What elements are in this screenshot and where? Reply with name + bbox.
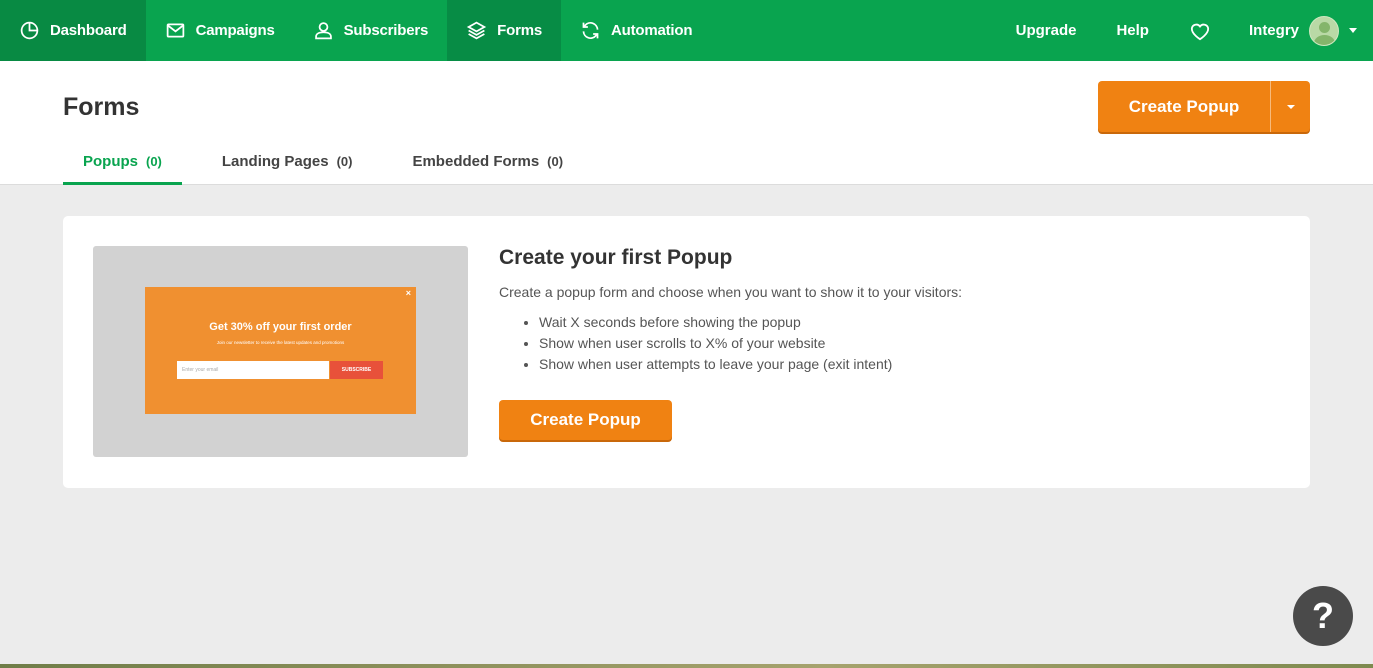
nav-dashboard[interactable]: Dashboard: [0, 0, 146, 61]
empty-state-content: Create your first Popup Create a popup f…: [499, 246, 963, 440]
create-popup-split-button: Create Popup: [1098, 81, 1310, 132]
envelope-icon: [166, 23, 184, 38]
nav-forms-label: Forms: [497, 22, 542, 39]
forms-tabs: Popups (0) Landing Pages (0) Embedded Fo…: [63, 137, 603, 185]
caret-down-icon: [1286, 104, 1295, 109]
tab-landing-pages-count: (0): [336, 153, 353, 169]
empty-state-heading: Create your first Popup: [499, 246, 733, 269]
create-first-popup-button[interactable]: Create Popup: [499, 400, 672, 440]
preview-subscribe-button: SUBSCRIBE: [330, 361, 383, 379]
tab-embedded-forms-label: Embedded Forms: [412, 152, 540, 170]
nav-dashboard-label: Dashboard: [50, 22, 127, 39]
nav-automation[interactable]: Automation: [561, 0, 711, 61]
nav-automation-label: Automation: [610, 22, 693, 39]
create-popup-dropdown[interactable]: [1271, 81, 1310, 132]
preview-subtitle: Join our newsletter to receive the lates…: [216, 340, 345, 345]
create-popup-button[interactable]: Create Popup: [1098, 81, 1270, 132]
list-item: Show when user scrolls to X% of your web…: [539, 333, 962, 354]
list-item: Wait X seconds before showing the popup: [539, 312, 962, 333]
empty-state-description: Create a popup form and choose when you …: [499, 284, 963, 300]
nav-subscribers-label: Subscribers: [343, 22, 429, 39]
upgrade-link[interactable]: Upgrade: [1016, 22, 1077, 39]
heart-icon[interactable]: [1189, 21, 1211, 41]
feature-list: Wait X seconds before showing the popup …: [539, 312, 962, 375]
tab-popups-count: (0): [146, 153, 162, 169]
list-item: Show when user attempts to leave your pa…: [539, 354, 962, 375]
nav-campaigns-label: Campaigns: [195, 22, 275, 39]
preview-close-icon: ×: [405, 288, 411, 298]
background-strip: [0, 664, 1373, 668]
page-header: Forms Create Popup Popups (0) Landing Pa…: [0, 61, 1373, 185]
tab-landing-pages-label: Landing Pages: [221, 152, 329, 170]
tab-embedded-forms[interactable]: Embedded Forms (0): [392, 137, 583, 185]
tab-popups[interactable]: Popups (0): [63, 137, 182, 185]
nav-campaigns[interactable]: Campaigns: [146, 0, 294, 61]
preview-title: Get 30% off your first order: [209, 321, 352, 333]
main-nav: Dashboard Campaigns Subscribers Forms Au…: [0, 0, 711, 61]
popup-preview: × Get 30% off your first order Join our …: [93, 246, 468, 457]
user-name: Integry: [1248, 22, 1299, 39]
preview-popup: × Get 30% off your first order Join our …: [145, 287, 416, 414]
help-link[interactable]: Help: [1116, 22, 1149, 39]
user-icon: [314, 22, 332, 40]
preview-email-input: Enter your email: [177, 361, 329, 379]
avatar: [1309, 15, 1339, 46]
tab-popups-label: Popups: [83, 152, 138, 170]
nav-forms[interactable]: Forms: [447, 0, 561, 61]
page-title: Forms: [63, 93, 140, 121]
clock-pie-icon: [20, 21, 39, 40]
top-navigation: Dashboard Campaigns Subscribers Forms Au…: [0, 0, 1373, 61]
nav-subscribers[interactable]: Subscribers: [294, 0, 448, 61]
help-button[interactable]: ?: [1293, 586, 1353, 646]
layers-icon: [466, 21, 487, 40]
chevron-down-icon: [1349, 28, 1357, 33]
nav-right: Upgrade Help Integry: [1016, 0, 1373, 61]
refresh-icon: [582, 22, 599, 39]
user-menu[interactable]: Integry: [1248, 15, 1357, 46]
empty-state-card: × Get 30% off your first order Join our …: [63, 216, 1310, 488]
tab-landing-pages[interactable]: Landing Pages (0): [202, 137, 373, 185]
tab-embedded-forms-count: (0): [547, 153, 564, 169]
